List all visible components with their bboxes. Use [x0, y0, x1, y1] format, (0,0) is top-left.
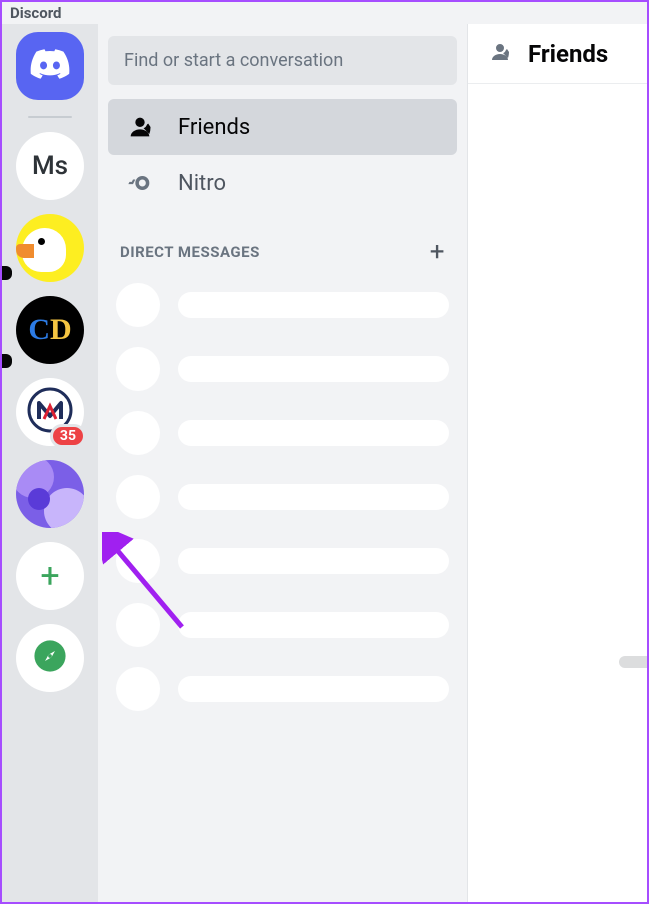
- server-purple[interactable]: [16, 460, 84, 528]
- nitro-icon: [126, 169, 154, 197]
- friends-icon: [488, 40, 512, 68]
- avatar: [116, 667, 160, 711]
- name-placeholder: [178, 356, 449, 382]
- plus-icon: +: [40, 556, 59, 596]
- page-title: Friends: [528, 40, 608, 68]
- avatar: [116, 411, 160, 455]
- window-titlebar: Discord: [2, 2, 647, 24]
- create-dm-button[interactable]: +: [430, 237, 445, 267]
- rail-divider: [28, 116, 72, 118]
- main-content: Friends: [468, 24, 647, 902]
- server-goose[interactable]: [16, 214, 84, 282]
- name-placeholder: [178, 420, 449, 446]
- server-ms[interactable]: Ms: [16, 132, 84, 200]
- add-server-button[interactable]: +: [16, 542, 84, 610]
- server-initials: CD: [28, 313, 71, 347]
- name-placeholder: [178, 612, 449, 638]
- decor: [28, 488, 50, 510]
- list-item[interactable]: [116, 411, 449, 455]
- name-placeholder: [178, 676, 449, 702]
- list-item[interactable]: [116, 603, 449, 647]
- dm-column: Find or start a conversation Friends Nit…: [98, 24, 468, 902]
- home-button[interactable]: [16, 32, 84, 100]
- list-item[interactable]: [116, 283, 449, 327]
- decor: [44, 488, 84, 528]
- search-placeholder: Find or start a conversation: [124, 50, 343, 71]
- unread-pill: [2, 354, 12, 368]
- name-placeholder: [178, 548, 449, 574]
- list-item[interactable]: [116, 539, 449, 583]
- list-item[interactable]: [116, 347, 449, 391]
- server-initials: Ms: [32, 151, 68, 181]
- nav-label: Friends: [178, 115, 250, 140]
- content-header: Friends: [468, 24, 647, 84]
- friends-icon: [126, 113, 154, 141]
- list-item[interactable]: [116, 667, 449, 711]
- list-item[interactable]: [116, 475, 449, 519]
- name-placeholder: [178, 484, 449, 510]
- avatar: [116, 283, 160, 327]
- dm-list: [108, 277, 457, 717]
- scroll-indicator: [619, 656, 647, 668]
- explore-servers-button[interactable]: [16, 624, 84, 692]
- server-cd[interactable]: CD: [16, 296, 84, 364]
- name-placeholder: [178, 292, 449, 318]
- avatar: [116, 539, 160, 583]
- avatar: [116, 475, 160, 519]
- avatar: [116, 347, 160, 391]
- search-input[interactable]: Find or start a conversation: [108, 36, 457, 85]
- unread-pill: [2, 266, 12, 280]
- nav-label: Nitro: [178, 171, 226, 196]
- mention-badge: 35: [50, 424, 86, 448]
- discord-logo-icon: [30, 49, 70, 83]
- avatar: [116, 603, 160, 647]
- compass-icon: [33, 639, 67, 677]
- nav-nitro[interactable]: Nitro: [108, 155, 457, 211]
- dm-section-header: DIRECT MESSAGES: [120, 243, 260, 261]
- server-rail: Ms CD 35: [2, 24, 98, 902]
- server-nm[interactable]: 35: [16, 378, 84, 446]
- nav-friends[interactable]: Friends: [108, 99, 457, 155]
